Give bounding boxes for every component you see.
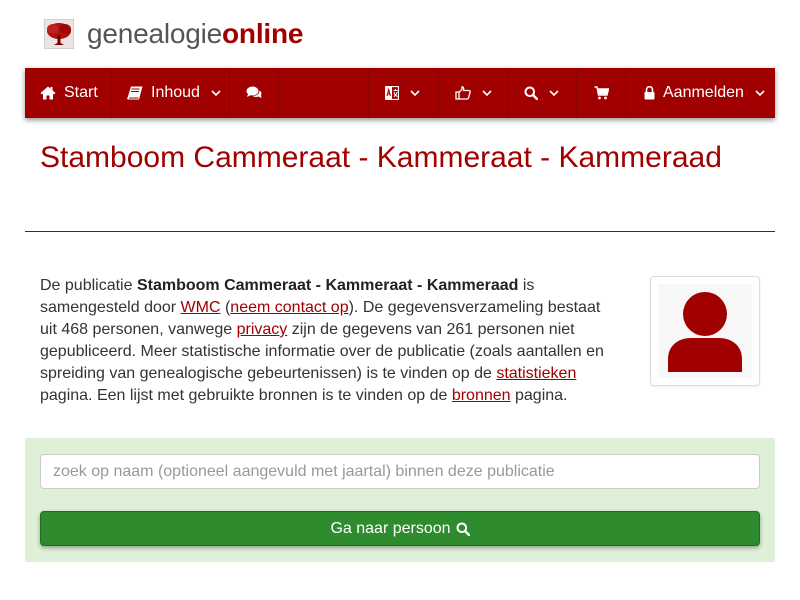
nav-search-dropdown[interactable] — [508, 68, 577, 118]
nav-start[interactable]: Start — [25, 68, 112, 118]
person-search-input[interactable] — [40, 454, 760, 489]
statistics-link[interactable]: statistieken — [496, 365, 576, 382]
description-text: De publicatie — [40, 277, 137, 294]
chevron-down-icon — [211, 90, 221, 96]
search-icon — [524, 86, 538, 100]
nav-shop[interactable] — [577, 68, 626, 118]
home-icon — [40, 86, 56, 100]
author-avatar — [650, 276, 760, 386]
title-divider — [25, 231, 775, 232]
book-icon — [127, 86, 143, 100]
person-search-panel: Ga naar persoon — [25, 438, 775, 562]
thumbs-up-icon — [455, 86, 471, 100]
chevron-down-icon — [755, 90, 765, 96]
description-text: ( — [220, 299, 231, 316]
sources-link[interactable]: bronnen — [452, 387, 511, 404]
publication-name: Stamboom Cammeraat - Kammeraat - Kammera… — [136, 277, 519, 294]
nav-language-dropdown[interactable] — [369, 68, 439, 118]
nav-messages[interactable] — [230, 68, 279, 118]
nav-share-dropdown[interactable] — [439, 68, 508, 118]
contact-link[interactable]: neem contact op — [230, 299, 348, 316]
user-avatar-icon — [668, 292, 742, 372]
go-to-person-button[interactable]: Ga naar persoon — [40, 511, 760, 546]
nav-login-label: Aanmelden — [663, 84, 744, 101]
chevron-down-icon — [410, 90, 420, 96]
publication-description: De publicatie Stamboom Cammeraat - Kamme… — [40, 275, 620, 407]
comments-icon — [246, 86, 262, 98]
cart-icon — [594, 86, 609, 100]
nav-login-dropdown[interactable]: Aanmelden — [626, 68, 775, 118]
nav-start-label: Start — [64, 84, 98, 101]
brand-name: genealogieonline — [87, 18, 303, 50]
avatar-frame — [658, 284, 752, 378]
nav-spacer — [279, 68, 369, 118]
nav-contents-dropdown[interactable]: Inhoud — [112, 68, 230, 118]
site-header: genealogieonline — [0, 0, 800, 68]
author-link[interactable]: WMC — [181, 299, 221, 316]
main-navbar: Start Inhoud Aanmelden — [25, 68, 775, 118]
go-to-person-label: Ga naar persoon — [330, 519, 451, 537]
description-text: pagina. Een lijst met gebruikte bronnen … — [40, 387, 452, 404]
chevron-down-icon — [482, 90, 492, 96]
language-icon — [385, 86, 399, 100]
privacy-link[interactable]: privacy — [237, 321, 288, 338]
brand-name-part1: genealogie — [87, 18, 223, 49]
chevron-down-icon — [549, 90, 559, 96]
page-title: Stamboom Cammeraat - Kammeraat - Kammera… — [40, 141, 722, 174]
lock-icon — [644, 86, 655, 100]
logo-link[interactable]: genealogieonline — [44, 18, 303, 50]
description-text: pagina. — [510, 387, 568, 404]
brand-name-part2: online — [222, 18, 304, 49]
tree-logo-icon — [44, 19, 74, 49]
search-icon — [456, 522, 470, 536]
nav-contents-label: Inhoud — [151, 84, 200, 101]
